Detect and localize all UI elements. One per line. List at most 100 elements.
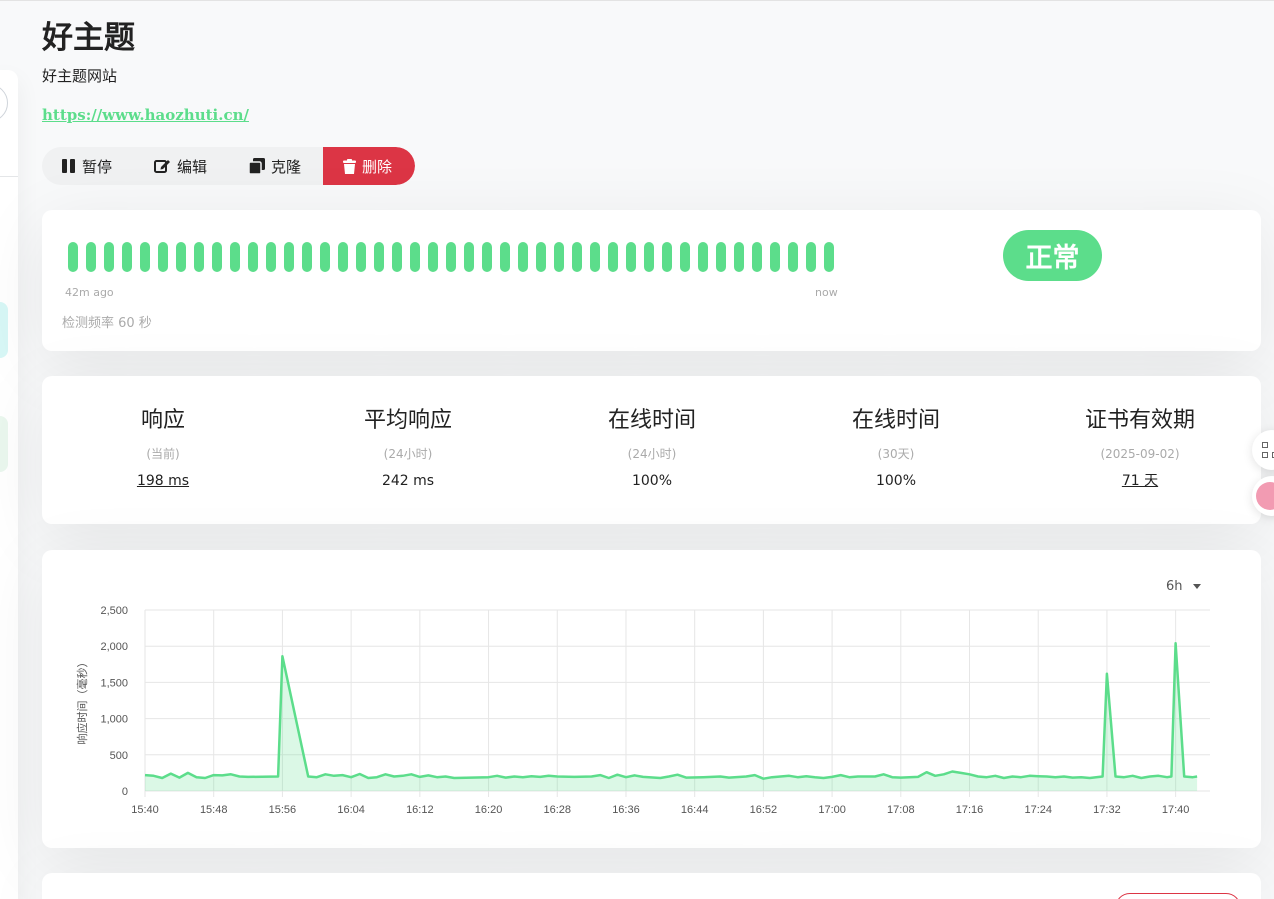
heartbeat-start-label: 42m ago	[65, 286, 114, 299]
sidebar-item[interactable]	[0, 416, 8, 472]
stat-title: 响应	[140, 408, 185, 433]
heartbeat-end-label: now	[815, 286, 838, 299]
y-tick-label: 1,500	[100, 677, 128, 689]
stat-subtitle: (30天)	[877, 447, 915, 461]
sidebar-divider	[0, 176, 18, 177]
heartbeat-beat[interactable]	[500, 242, 510, 272]
heartbeat-beat[interactable]	[464, 242, 474, 272]
heartbeat-beat[interactable]	[338, 242, 348, 272]
events-card	[42, 873, 1261, 899]
heartbeat-beat[interactable]	[716, 242, 726, 272]
heartbeat-beat[interactable]	[86, 242, 96, 272]
clear-data-button[interactable]	[1115, 893, 1241, 899]
heartbeat-beat[interactable]	[518, 242, 528, 272]
y-tick-label: 500	[110, 750, 128, 762]
page-title: 好主题	[42, 20, 135, 56]
heartbeat-beat[interactable]	[554, 242, 564, 272]
clone-icon	[249, 158, 265, 174]
stat-subtitle: (2025-09-02)	[1100, 447, 1180, 461]
heartbeat-beat[interactable]	[248, 242, 258, 272]
heartbeat-beat[interactable]	[680, 242, 690, 272]
sidebar-search-input[interactable]	[0, 84, 8, 122]
heartbeat-beat[interactable]	[644, 242, 654, 272]
heartbeat-beat[interactable]	[104, 242, 114, 272]
heartbeat-beat[interactable]	[446, 242, 456, 272]
edit-button[interactable]: 编辑	[134, 147, 228, 185]
sidebar-item-active[interactable]	[0, 302, 8, 358]
heartbeat-beat[interactable]	[824, 242, 834, 272]
pause-button[interactable]: 暂停	[42, 147, 134, 185]
x-tick-label: 16:12	[406, 804, 434, 816]
heartbeat-beat[interactable]	[572, 242, 582, 272]
heartbeat-beat[interactable]	[734, 242, 744, 272]
qr-code-icon	[1262, 452, 1268, 458]
x-tick-label: 17:16	[956, 804, 984, 816]
delete-button[interactable]: 删除	[323, 147, 415, 185]
heartbeat-beat[interactable]	[230, 242, 240, 272]
heartbeat-beat[interactable]	[662, 242, 672, 272]
stat-current-response: 响应 (当前) 198 ms	[63, 404, 263, 491]
heartbeat-beat[interactable]	[302, 242, 312, 272]
heartbeat-beat[interactable]	[806, 242, 816, 272]
heartbeat-beat[interactable]	[536, 242, 546, 272]
stat-value: 100%	[875, 473, 917, 489]
x-tick-label: 16:04	[337, 804, 365, 816]
heartbeat-bar	[68, 242, 838, 272]
heartbeat-beat[interactable]	[410, 242, 420, 272]
heartbeat-beat[interactable]	[374, 242, 384, 272]
x-tick-label: 15:56	[269, 804, 297, 816]
heartbeat-beat[interactable]	[140, 242, 150, 272]
heartbeat-beat[interactable]	[788, 242, 798, 272]
sidebar-edge	[0, 70, 18, 899]
heartbeat-beat[interactable]	[626, 242, 636, 272]
y-axis-title: 响应时间（毫秒）	[75, 657, 89, 745]
x-tick-label: 17:40	[1162, 804, 1190, 816]
heartbeat-beat[interactable]	[194, 242, 204, 272]
stat-title: 平均响应	[363, 408, 452, 433]
stat-value: 100%	[631, 473, 673, 489]
heartbeat-beat[interactable]	[428, 242, 438, 272]
x-tick-label: 17:24	[1024, 804, 1052, 816]
x-tick-label: 16:44	[681, 804, 709, 816]
heartbeat-beat[interactable]	[770, 242, 780, 272]
heartbeat-beat[interactable]	[608, 242, 618, 272]
heartbeat-beat[interactable]	[482, 242, 492, 272]
response-time-chart: 0 500 1,000 1,500 2,000 2,500 15:40 15:48 15:56 1…	[75, 605, 1210, 816]
heartbeat-card: 42m ago now 检测频率 60 秒 正常	[42, 210, 1261, 351]
status-badge: 正常	[1003, 230, 1102, 281]
stat-uptime-30d: 在线时间 (30天) 100%	[796, 404, 996, 491]
heartbeat-beat[interactable]	[320, 242, 330, 272]
stat-subtitle: (当前)	[146, 447, 180, 461]
x-tick-label: 16:52	[750, 804, 778, 816]
heartbeat-beat[interactable]	[284, 242, 294, 272]
monitor-url-link[interactable]: https://www.haozhuti.cn/	[42, 105, 249, 125]
pause-icon	[62, 159, 76, 173]
heartbeat-beat[interactable]	[698, 242, 708, 272]
heartbeat-beat[interactable]	[68, 242, 78, 272]
heartbeat-beat[interactable]	[122, 242, 132, 272]
delete-button-label: 删除	[362, 157, 393, 176]
y-tick-label: 1,000	[100, 714, 128, 726]
series-area	[145, 643, 1198, 791]
pause-button-label: 暂停	[82, 157, 113, 176]
heartbeat-beat[interactable]	[212, 242, 222, 272]
heartbeat-beat[interactable]	[392, 242, 402, 272]
heartbeat-beat[interactable]	[176, 242, 186, 272]
heartbeat-beat[interactable]	[158, 242, 168, 272]
stat-avg-response: 平均响应 (24小时) 242 ms	[308, 404, 508, 491]
heartbeat-beat[interactable]	[752, 242, 762, 272]
stat-cert-expiry: 证书有效期 (2025-09-02) 71 天	[1040, 404, 1240, 491]
clone-button[interactable]: 克隆	[228, 147, 323, 185]
monitor-description: 好主题网站	[42, 67, 118, 85]
current-response-link[interactable]: 198 ms	[63, 471, 263, 491]
x-tick-label: 16:28	[543, 804, 571, 816]
heartbeat-beat[interactable]	[590, 242, 600, 272]
stat-title: 证书有效期	[1084, 408, 1195, 433]
cert-expiry-link[interactable]: 71 天	[1040, 471, 1240, 491]
x-tick-label: 16:36	[612, 804, 640, 816]
qr-code-icon	[1262, 442, 1268, 448]
heartbeat-beat[interactable]	[266, 242, 276, 272]
x-tick-label: 15:40	[131, 804, 159, 816]
top-divider	[0, 0, 1274, 1]
heartbeat-beat[interactable]	[356, 242, 366, 272]
